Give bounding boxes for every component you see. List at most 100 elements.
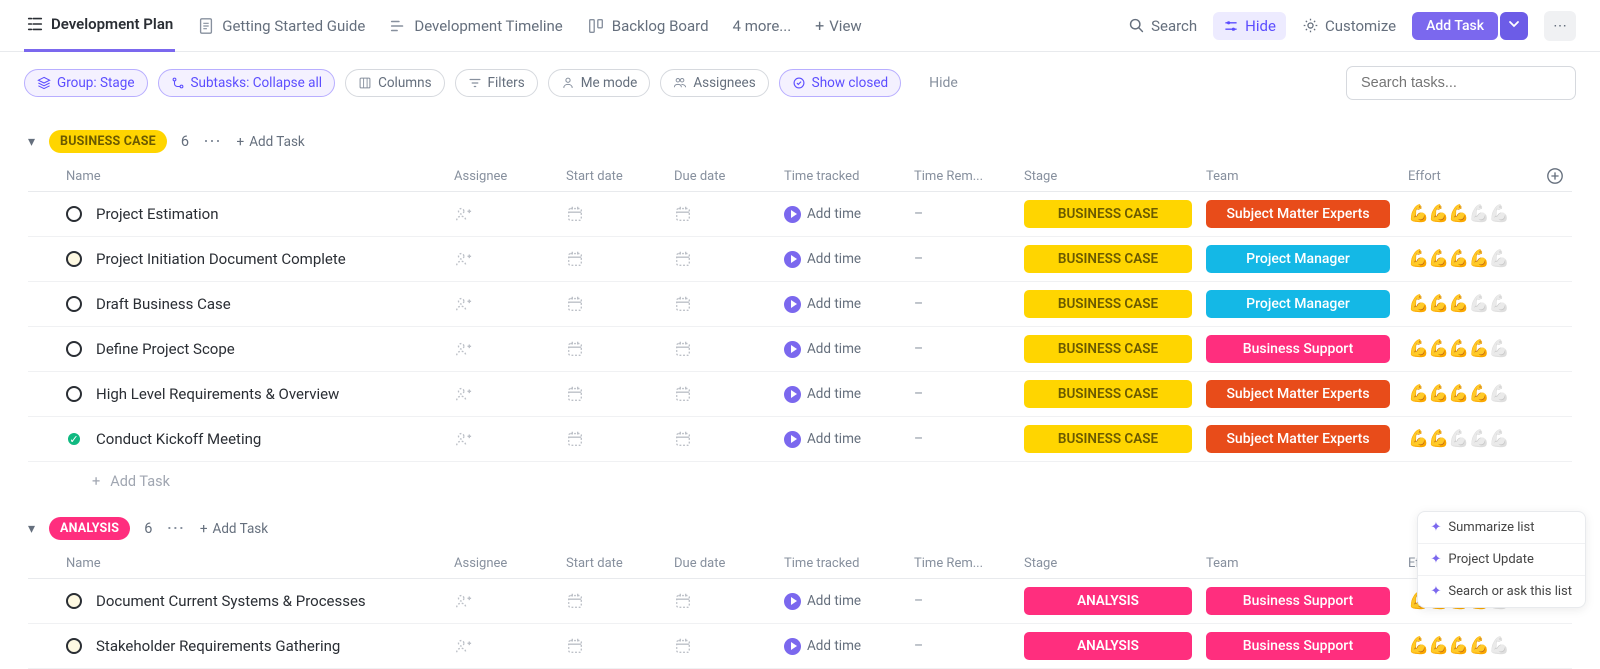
assignee-cell[interactable]	[454, 637, 566, 655]
group-stage-pill[interactable]: BUSINESS CASE	[49, 130, 167, 153]
tab-backlog-board[interactable]: Backlog Board	[585, 0, 711, 52]
team-cell[interactable]: Business Support	[1206, 335, 1408, 363]
due-date-cell[interactable]	[674, 592, 784, 610]
team-cell[interactable]: Subject Matter Experts	[1206, 425, 1408, 453]
assignee-cell[interactable]	[454, 592, 566, 610]
status-circle[interactable]	[66, 206, 82, 222]
assignee-cell[interactable]	[454, 205, 566, 223]
team-cell[interactable]: Subject Matter Experts	[1206, 380, 1408, 408]
task-name[interactable]: High Level Requirements & Overview	[96, 385, 339, 403]
task-name[interactable]: Draft Business Case	[96, 295, 231, 313]
play-icon[interactable]	[784, 593, 801, 610]
stage-cell[interactable]: BUSINESS CASE	[1024, 245, 1206, 273]
assignee-cell[interactable]	[454, 430, 566, 448]
stage-cell[interactable]: BUSINESS CASE	[1024, 200, 1206, 228]
task-row[interactable]: High Level Requirements & Overview Add t…	[28, 372, 1572, 417]
collapse-toggle[interactable]: ▾	[28, 134, 35, 150]
effort-cell[interactable]: 💪💪💪💪💪	[1408, 429, 1538, 449]
task-name[interactable]: Stakeholder Requirements Gathering	[96, 637, 340, 655]
assignee-cell[interactable]	[454, 295, 566, 313]
group-add-task[interactable]: + Add Task	[200, 521, 268, 537]
start-date-cell[interactable]	[566, 340, 674, 358]
play-icon[interactable]	[784, 296, 801, 313]
start-date-cell[interactable]	[566, 592, 674, 610]
hide-button[interactable]: Hide	[1213, 12, 1286, 40]
float-project-update[interactable]: ✦Project Update	[1418, 544, 1586, 576]
search-button[interactable]: Search	[1128, 17, 1197, 35]
group-add-task[interactable]: + Add Task	[237, 134, 305, 150]
status-circle[interactable]	[66, 341, 82, 357]
tab-development-timeline[interactable]: Development Timeline	[387, 0, 564, 52]
time-tracked-cell[interactable]: Add time	[784, 206, 914, 223]
task-name[interactable]: Conduct Kickoff Meeting	[96, 430, 261, 448]
add-view[interactable]: + View	[813, 0, 864, 52]
effort-cell[interactable]: 💪💪💪💪💪	[1408, 294, 1538, 314]
group-pill[interactable]: Group: Stage	[24, 69, 148, 97]
effort-cell[interactable]: 💪💪💪💪💪	[1408, 636, 1538, 656]
task-name[interactable]: Project Initiation Document Complete	[96, 250, 346, 268]
tab-getting-started[interactable]: Getting Started Guide	[195, 0, 367, 52]
effort-cell[interactable]: 💪💪💪💪💪	[1408, 204, 1538, 224]
start-date-cell[interactable]	[566, 385, 674, 403]
time-tracked-cell[interactable]: Add time	[784, 296, 914, 313]
add-task-row[interactable]: +Add Task	[28, 462, 1572, 501]
stage-cell[interactable]: ANALYSIS	[1024, 632, 1206, 660]
subtasks-pill[interactable]: Subtasks: Collapse all	[158, 69, 336, 97]
customize-button[interactable]: Customize	[1302, 17, 1396, 35]
start-date-cell[interactable]	[566, 205, 674, 223]
play-icon[interactable]	[784, 251, 801, 268]
due-date-cell[interactable]	[674, 250, 784, 268]
effort-cell[interactable]: 💪💪💪💪💪	[1408, 339, 1538, 359]
team-cell[interactable]: Project Manager	[1206, 290, 1408, 318]
col-stage[interactable]: Stage	[1024, 169, 1206, 184]
col-team[interactable]: Team	[1206, 169, 1408, 184]
col-effort[interactable]: Effort	[1408, 169, 1538, 184]
col-time-remaining[interactable]: Time Rem...	[914, 169, 1024, 184]
group-menu[interactable]: ⋯	[166, 518, 186, 539]
time-tracked-cell[interactable]: Add time	[784, 251, 914, 268]
tab-more[interactable]: 4 more...	[731, 0, 794, 52]
time-tracked-cell[interactable]: Add time	[784, 593, 914, 610]
task-row[interactable]: Project Initiation Document Complete Add…	[28, 237, 1572, 282]
effort-cell[interactable]: 💪💪💪💪💪	[1408, 249, 1538, 269]
tab-development-plan[interactable]: Development Plan	[24, 0, 175, 52]
col-name[interactable]: Name	[66, 556, 454, 571]
assignee-cell[interactable]	[454, 250, 566, 268]
due-date-cell[interactable]	[674, 430, 784, 448]
status-circle[interactable]	[66, 593, 82, 609]
time-tracked-cell[interactable]: Add time	[784, 638, 914, 655]
time-tracked-cell[interactable]: Add time	[784, 341, 914, 358]
due-date-cell[interactable]	[674, 295, 784, 313]
play-icon[interactable]	[784, 638, 801, 655]
col-assignee[interactable]: Assignee	[454, 169, 566, 184]
float-search-ask[interactable]: ✦Search or ask this list	[1418, 576, 1586, 607]
time-tracked-cell[interactable]: Add time	[784, 386, 914, 403]
me-mode-pill[interactable]: Me mode	[548, 69, 651, 97]
task-row[interactable]: Document Current Systems & Processes Add…	[28, 579, 1572, 624]
due-date-cell[interactable]	[674, 205, 784, 223]
task-row[interactable]: ✓ Conduct Kickoff Meeting Add time – BUS…	[28, 417, 1572, 462]
effort-cell[interactable]: 💪💪💪💪💪	[1408, 384, 1538, 404]
collapse-toggle[interactable]: ▾	[28, 521, 35, 537]
task-row[interactable]: Define Project Scope Add time – BUSINESS…	[28, 327, 1572, 372]
stage-cell[interactable]: ANALYSIS	[1024, 587, 1206, 615]
task-row[interactable]: Stakeholder Requirements Gathering Add t…	[28, 624, 1572, 669]
play-icon[interactable]	[784, 431, 801, 448]
col-start[interactable]: Start date	[566, 556, 674, 571]
col-assignee[interactable]: Assignee	[454, 556, 566, 571]
filters-pill[interactable]: Filters	[455, 69, 538, 97]
status-circle[interactable]: ✓	[66, 431, 82, 447]
play-icon[interactable]	[784, 341, 801, 358]
task-name[interactable]: Project Estimation	[96, 205, 219, 223]
col-due[interactable]: Due date	[674, 556, 784, 571]
show-closed-pill[interactable]: Show closed	[779, 69, 901, 97]
team-cell[interactable]: Subject Matter Experts	[1206, 200, 1408, 228]
task-row[interactable]: Project Estimation Add time – BUSINESS C…	[28, 192, 1572, 237]
start-date-cell[interactable]	[566, 637, 674, 655]
group-stage-pill[interactable]: ANALYSIS	[49, 517, 130, 540]
task-name[interactable]: Document Current Systems & Processes	[96, 592, 366, 610]
add-column-button[interactable]	[1546, 167, 1572, 185]
assignee-cell[interactable]	[454, 340, 566, 358]
col-team[interactable]: Team	[1206, 556, 1408, 571]
stage-cell[interactable]: BUSINESS CASE	[1024, 290, 1206, 318]
